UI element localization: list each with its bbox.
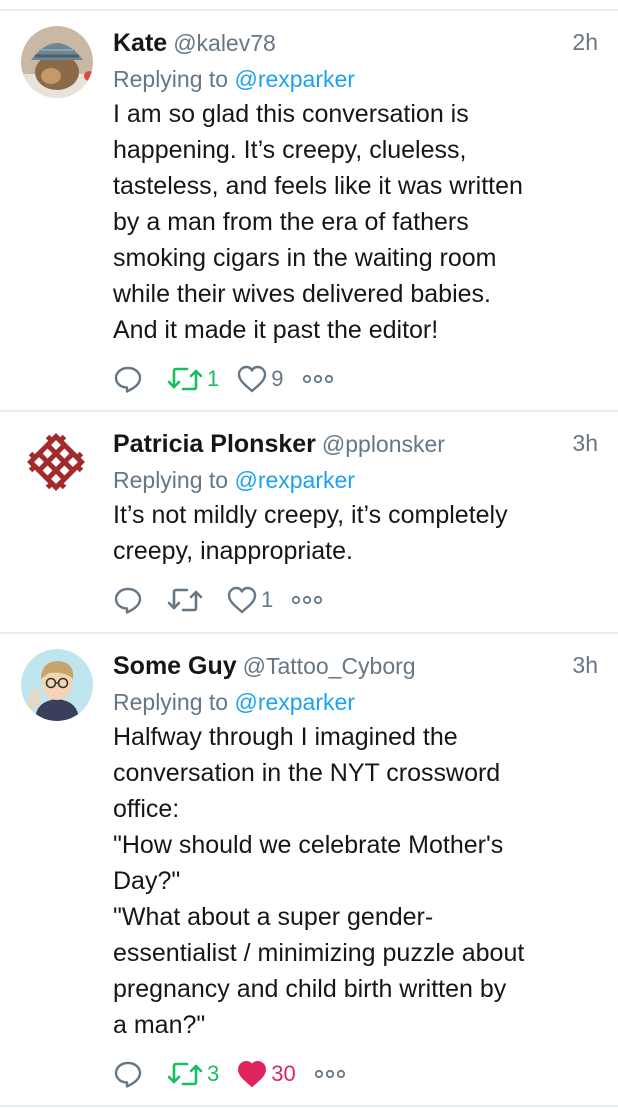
- tweet-header: Patricia Plonsker @pplonsker 3h: [113, 430, 598, 464]
- more-dots-icon: [302, 374, 333, 384]
- more-button[interactable]: [314, 1068, 346, 1080]
- replying-to-label: Replying to: [113, 689, 229, 715]
- like-count: 30: [271, 1061, 296, 1086]
- reply-button[interactable]: [113, 364, 143, 394]
- knit-hat-cat-avatar[interactable]: [21, 26, 93, 98]
- user-name[interactable]: Some Guy: [113, 652, 237, 680]
- user-name[interactable]: Patricia Plonsker: [113, 430, 316, 458]
- tweet-header: Kate @kalev78 2h: [113, 29, 598, 63]
- reply-button[interactable]: [113, 585, 143, 615]
- retweet-icon: [167, 588, 203, 612]
- replying-to-mention[interactable]: @rexparker: [234, 689, 355, 715]
- retweet-count: 3: [207, 1061, 220, 1086]
- heart-filled-icon: [238, 1061, 267, 1087]
- heart-icon: [227, 586, 257, 614]
- user-handle[interactable]: @kalev78: [173, 30, 276, 56]
- tweet-text: I am so glad this conversation is happen…: [113, 100, 523, 344]
- user-handle[interactable]: @Tattoo_Cyborg: [243, 653, 416, 679]
- tweet-actions: 1: [113, 580, 598, 620]
- retweet-button[interactable]: 3: [167, 1060, 219, 1088]
- reply-icon: [114, 587, 142, 614]
- cartoon-person-avatar[interactable]: [21, 649, 93, 721]
- replying-to: Replying to @rexparker: [113, 686, 598, 719]
- replying-to: Replying to @rexparker: [113, 464, 598, 497]
- like-count: 9: [271, 366, 284, 391]
- reply-button[interactable]: [113, 1059, 143, 1089]
- tweet-text: Halfway through I imagined the conversat…: [113, 723, 525, 1039]
- tweet-some-guy[interactable]: Some Guy @Tattoo_Cyborg 3h Replying to @r…: [0, 634, 618, 1107]
- more-dots-icon: [314, 1069, 345, 1079]
- replying-to-mention[interactable]: @rexparker: [234, 66, 355, 92]
- user-name[interactable]: Kate: [113, 29, 167, 57]
- retweet-icon: [167, 367, 203, 391]
- tweet-actions: 1 9: [113, 359, 598, 399]
- tweet-patricia[interactable]: Patricia Plonsker @pplonsker 3h Replying …: [0, 412, 618, 634]
- more-button[interactable]: [291, 594, 323, 606]
- tweet-kate[interactable]: Kate @kalev78 2h Replying to @rexparker I…: [0, 11, 618, 412]
- retweet-button[interactable]: 1: [167, 365, 219, 393]
- replying-to-mention[interactable]: @rexparker: [234, 467, 355, 493]
- replying-to-label: Replying to: [113, 66, 229, 92]
- retweet-count: 1: [207, 366, 220, 391]
- tweet-text: It’s not mildly creepy, it’s completely …: [113, 501, 508, 565]
- red-knot-logo-avatar[interactable]: [22, 428, 94, 500]
- reply-icon: [114, 1061, 142, 1088]
- tweet-time[interactable]: 2h: [572, 29, 598, 56]
- replying-to-label: Replying to: [113, 467, 229, 493]
- replying-to: Replying to @rexparker: [113, 63, 598, 96]
- heart-icon: [238, 365, 267, 393]
- tweet-time[interactable]: 3h: [572, 652, 598, 679]
- like-button[interactable]: 1: [227, 586, 273, 614]
- tweet-time[interactable]: 3h: [572, 430, 598, 457]
- top-divider: [0, 0, 618, 11]
- like-button[interactable]: 9: [237, 365, 284, 393]
- like-button[interactable]: 30: [237, 1060, 296, 1088]
- reply-icon: [114, 366, 142, 393]
- tweet-actions: 3 30: [113, 1054, 598, 1094]
- user-handle[interactable]: @pplonsker: [322, 431, 445, 457]
- tweet-header: Some Guy @Tattoo_Cyborg 3h: [113, 652, 598, 686]
- more-button[interactable]: [302, 373, 334, 385]
- more-dots-icon: [292, 595, 323, 605]
- like-count: 1: [261, 587, 274, 612]
- retweet-button[interactable]: [167, 586, 207, 614]
- retweet-icon: [167, 1062, 203, 1086]
